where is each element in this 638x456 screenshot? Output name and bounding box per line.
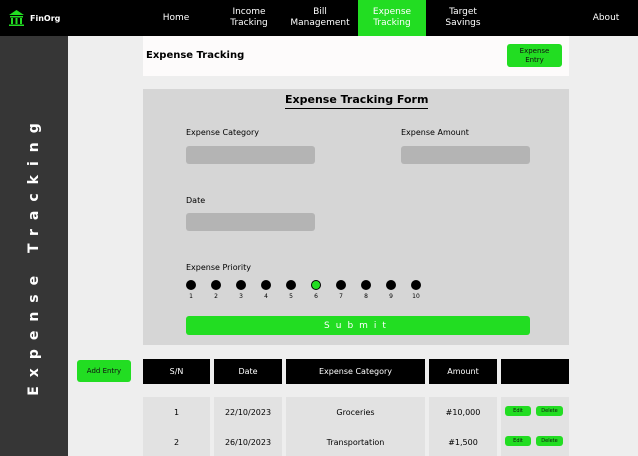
add-entry-button[interactable]: Add Entry bbox=[77, 360, 131, 382]
date-input[interactable] bbox=[186, 213, 315, 231]
priority-radio-8[interactable] bbox=[361, 280, 371, 290]
priority-label-5: 5 bbox=[289, 293, 293, 300]
priority-label-3: 3 bbox=[239, 293, 243, 300]
priority-radio-4[interactable] bbox=[261, 280, 271, 290]
priority-label-2: 2 bbox=[214, 293, 218, 300]
edit-button[interactable]: Edit bbox=[505, 406, 531, 416]
app-name: FinOrg bbox=[30, 13, 61, 23]
priority-label-9: 9 bbox=[389, 293, 393, 300]
expense-category-label: Expense Category bbox=[186, 128, 260, 137]
priority-label-10: 10 bbox=[412, 293, 420, 300]
submit-button[interactable]: Submit bbox=[186, 316, 530, 335]
bank-icon bbox=[9, 10, 24, 26]
priority-radio-5[interactable] bbox=[286, 280, 296, 290]
priority-radio-9[interactable] bbox=[386, 280, 396, 290]
expense-entry-button[interactable]: Expense Entry bbox=[507, 44, 562, 67]
nav-target-savings[interactable]: Target Savings bbox=[436, 0, 490, 36]
table-header-category: Expense Category bbox=[286, 359, 425, 384]
table-cell-sn: 2 bbox=[143, 427, 210, 456]
table-cell-date: 22/10/2023 bbox=[214, 397, 282, 427]
priority-label-6: 6 bbox=[314, 293, 318, 300]
date-label: Date bbox=[186, 196, 206, 205]
table-header-date: Date bbox=[214, 359, 282, 384]
priority-radio-1[interactable] bbox=[186, 280, 196, 290]
table-cell-sn: 1 bbox=[143, 397, 210, 427]
table-header-sn: S/N bbox=[143, 359, 210, 384]
expense-category-input[interactable] bbox=[186, 146, 315, 164]
expense-amount-input[interactable] bbox=[401, 146, 530, 164]
app-logo[interactable]: FinOrg bbox=[8, 8, 60, 28]
priority-radio-2[interactable] bbox=[211, 280, 221, 290]
table-cell-category: Transportation bbox=[286, 427, 425, 456]
form-title: Expense Tracking Form bbox=[285, 93, 429, 109]
table-cell-date: 26/10/2023 bbox=[214, 427, 282, 456]
priority-radio-6[interactable] bbox=[311, 280, 321, 290]
nav-bill-management[interactable]: Bill Management bbox=[287, 0, 353, 36]
priority-radio-7[interactable] bbox=[336, 280, 346, 290]
table-cell-amount: #10,000 bbox=[429, 397, 497, 427]
expense-priority-label: Expense Priority bbox=[186, 263, 251, 272]
nav-income-tracking[interactable]: Income Tracking bbox=[220, 0, 278, 36]
expense-form: Expense Tracking Form Expense Category E… bbox=[143, 89, 569, 345]
expense-amount-label: Expense Amount bbox=[401, 128, 469, 137]
priority-radio-3[interactable] bbox=[236, 280, 246, 290]
priority-label-1: 1 bbox=[189, 293, 193, 300]
page-header: Expense Tracking Expense Entry bbox=[143, 36, 569, 76]
edit-button[interactable]: Edit bbox=[505, 436, 531, 446]
nav-expense-tracking[interactable]: Expense Tracking bbox=[358, 0, 426, 36]
table-cell-category: Groceries bbox=[286, 397, 425, 427]
nav-about[interactable]: About bbox=[585, 0, 627, 36]
nav-home[interactable]: Home bbox=[150, 0, 202, 36]
table-header-amount: Amount bbox=[429, 359, 497, 384]
table-header-actions bbox=[501, 359, 569, 384]
top-navbar: FinOrg Home Income Tracking Bill Managem… bbox=[0, 0, 638, 36]
delete-button[interactable]: Delete bbox=[536, 406, 563, 416]
priority-label-8: 8 bbox=[364, 293, 368, 300]
priority-label-4: 4 bbox=[264, 293, 268, 300]
priority-radio-10[interactable] bbox=[411, 280, 421, 290]
page-title: Expense Tracking bbox=[146, 50, 245, 61]
priority-label-7: 7 bbox=[339, 293, 343, 300]
table-cell-amount: #1,500 bbox=[429, 427, 497, 456]
delete-button[interactable]: Delete bbox=[536, 436, 563, 446]
sidebar-title: Expense Tracking bbox=[26, 114, 42, 396]
